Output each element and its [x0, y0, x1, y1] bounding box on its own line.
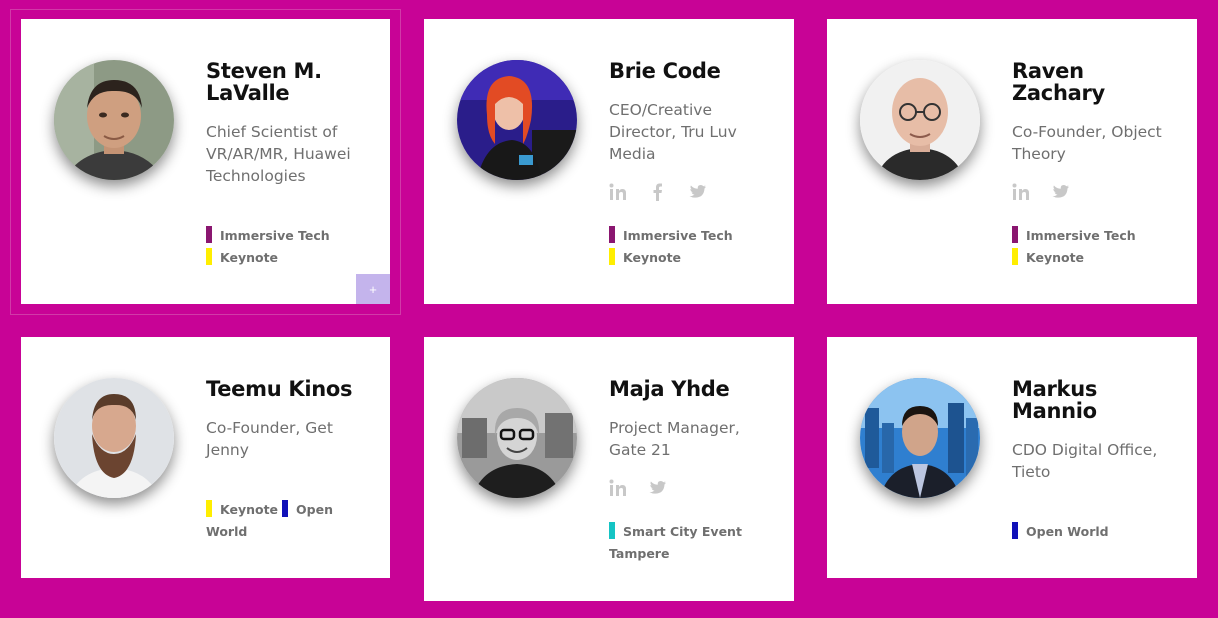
speaker-name[interactable]: Raven Zachary — [1012, 60, 1172, 104]
tag-immersive-tech[interactable]: Immersive Tech — [1012, 225, 1136, 247]
tag-list: Smart City Event Tampere — [609, 521, 774, 565]
plus-icon: + — [369, 281, 377, 297]
facebook-icon[interactable] — [649, 183, 689, 203]
speaker-role: Co-Founder, Object Theory — [1012, 123, 1162, 163]
avatar — [457, 378, 577, 498]
more-info-button[interactable]: + — [356, 274, 390, 304]
tag-color-bar — [1012, 226, 1018, 243]
tag-color-bar — [282, 500, 289, 517]
tag-color-bar — [1012, 522, 1018, 539]
speaker-photo — [457, 60, 577, 180]
tag-label: Immersive Tech — [623, 228, 733, 243]
tag-smart-city-event-tampere[interactable]: Smart City Event Tampere — [609, 521, 770, 565]
linkedin-icon[interactable] — [609, 183, 649, 203]
tag-label: Smart City Event Tampere — [609, 524, 742, 561]
twitter-icon[interactable] — [1052, 183, 1092, 203]
tag-list: Immersive Tech Keynote — [609, 225, 774, 269]
speaker-name[interactable]: Teemu Kinos — [206, 378, 366, 400]
speaker-card-raven-zachary[interactable]: Raven Zachary Co-Founder, Object Theory … — [827, 19, 1197, 304]
speaker-photo — [54, 378, 174, 498]
speaker-name[interactable]: Markus Mannio — [1012, 378, 1172, 422]
avatar — [54, 378, 174, 498]
tag-label: Immersive Tech — [220, 228, 330, 243]
tag-color-bar — [609, 226, 615, 243]
speaker-card-brie-code[interactable]: Brie Code CEO/Creative Director, Tru Luv… — [424, 19, 794, 304]
tag-keynote[interactable]: Keynote — [1012, 247, 1084, 269]
tag-color-bar — [206, 500, 212, 517]
tag-label: Keynote — [623, 250, 682, 265]
tag-label: Keynote — [220, 250, 279, 265]
speaker-card-markus-mannio[interactable]: Markus Mannio CDO Digital Office, Tieto … — [827, 337, 1197, 578]
tag-keynote[interactable]: Keynote — [206, 247, 278, 269]
tag-keynote[interactable]: Keynote — [206, 499, 278, 521]
tag-label: Immersive Tech — [1026, 228, 1136, 243]
avatar — [54, 60, 174, 180]
speaker-name[interactable]: Brie Code — [609, 60, 769, 82]
speaker-role: Chief Scientist of VR/AR/MR, Huawei Tech… — [206, 123, 351, 185]
tag-immersive-tech[interactable]: Immersive Tech — [206, 225, 330, 247]
linkedin-icon[interactable] — [609, 479, 649, 499]
tag-color-bar — [1012, 248, 1018, 265]
tag-list: Immersive Tech Keynote — [1012, 225, 1177, 269]
speaker-name[interactable]: Maja Yhde — [609, 378, 769, 400]
speaker-photo — [860, 378, 980, 498]
speaker-card-steven-lavalle[interactable]: Steven M. LaValle Chief Scientist of VR/… — [21, 19, 390, 304]
tag-color-bar — [609, 248, 615, 265]
tag-list: Keynote Open World — [206, 499, 371, 543]
speaker-name[interactable]: Steven M. LaValle — [206, 60, 366, 104]
twitter-icon[interactable] — [689, 183, 729, 203]
tag-color-bar — [206, 248, 212, 265]
tag-label: Keynote — [1026, 250, 1085, 265]
speaker-role: CDO Digital Office, Tieto — [1012, 441, 1158, 481]
speaker-role: Project Manager, Gate 21 — [609, 419, 740, 459]
tag-label: Keynote — [220, 502, 279, 517]
speaker-card-maja-yhde[interactable]: Maja Yhde Project Manager, Gate 21 Smart… — [424, 337, 794, 601]
speaker-role: Co-Founder, Get Jenny — [206, 419, 333, 459]
speaker-photo — [457, 378, 577, 498]
twitter-icon[interactable] — [649, 479, 689, 499]
linkedin-icon[interactable] — [1012, 183, 1052, 203]
tag-open-world[interactable]: Open World — [1012, 521, 1109, 543]
tag-color-bar — [609, 522, 615, 539]
social-links — [609, 479, 689, 499]
speaker-photo — [54, 60, 174, 180]
tag-list: Immersive Tech Keynote — [206, 225, 371, 269]
avatar — [860, 60, 980, 180]
tag-keynote[interactable]: Keynote — [609, 247, 681, 269]
avatar — [457, 60, 577, 180]
speaker-card-teemu-kinos[interactable]: Teemu Kinos Co-Founder, Get Jenny Keynot… — [21, 337, 390, 578]
tag-label: Open World — [1026, 524, 1109, 539]
avatar — [860, 378, 980, 498]
speaker-role: CEO/Creative Director, Tru Luv Media — [609, 101, 737, 163]
tag-color-bar — [206, 226, 212, 243]
speaker-photo — [860, 60, 980, 180]
tag-list: Open World — [1012, 521, 1177, 543]
social-links — [1012, 183, 1092, 203]
social-links — [609, 183, 729, 203]
tag-immersive-tech[interactable]: Immersive Tech — [609, 225, 733, 247]
